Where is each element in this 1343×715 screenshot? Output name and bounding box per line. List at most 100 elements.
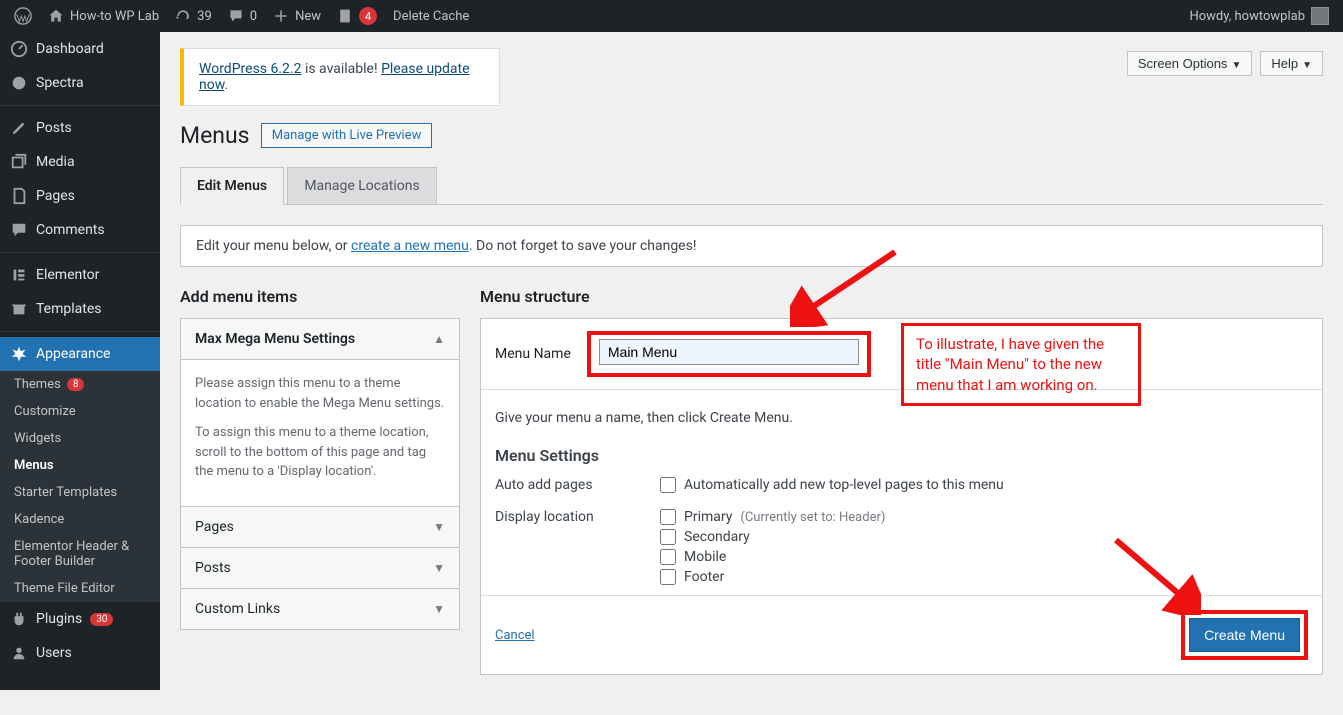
nav-elementor[interactable]: Elementor [0, 258, 160, 292]
notice-text: is available! [301, 61, 381, 77]
nav-label: Media [36, 154, 75, 170]
cancel-link[interactable]: Cancel [495, 628, 535, 643]
loc-label: Secondary [684, 529, 750, 545]
menu-structure-column: Menu structure Menu Name To illustrate, … [480, 287, 1323, 675]
nav-pages[interactable]: Pages [0, 179, 160, 213]
loc-label: Footer [684, 569, 724, 585]
updates-link[interactable]: 39 [167, 0, 220, 32]
create-new-menu-link[interactable]: create a new menu [351, 238, 469, 254]
infobar-text: . Do not forget to save your changes! [469, 238, 697, 254]
screen-meta: Screen Options▼ Help▼ [1127, 42, 1323, 85]
nav-label: Users [36, 645, 72, 661]
nav-dashboard[interactable]: Dashboard [0, 32, 160, 66]
plugins-badge: 30 [90, 613, 113, 626]
main-content: Screen Options▼ Help▼ WordPress 6.2.2 is… [160, 0, 1343, 715]
menu-name-label: Menu Name [495, 346, 571, 362]
howdy-link[interactable]: Howdy, howtowplab [1181, 0, 1337, 32]
sub-label: Themes [14, 377, 61, 392]
loc-secondary-checkbox[interactable] [660, 529, 676, 545]
updates-count: 39 [197, 9, 212, 24]
nav-spectra[interactable]: Spectra [0, 66, 160, 100]
page-title: Menus [180, 122, 250, 149]
nav-templates[interactable]: Templates [0, 292, 160, 326]
live-preview-button[interactable]: Manage with Live Preview [261, 123, 433, 148]
sub-themes[interactable]: Themes8 [0, 371, 160, 398]
menu-name-input[interactable] [599, 339, 859, 365]
nav-users[interactable]: Users [0, 636, 160, 670]
sub-label: Customize [14, 404, 76, 419]
annotation-highlight: Create Menu [1181, 610, 1308, 660]
nav-label: Comments [36, 222, 105, 238]
sub-kadence[interactable]: Kadence [0, 506, 160, 533]
forms-link[interactable]: 4 [329, 0, 385, 32]
nav-label: Elementor [36, 267, 99, 283]
nav-comments[interactable]: Comments [0, 213, 160, 247]
help-button[interactable]: Help▼ [1260, 51, 1323, 76]
nav-appearance[interactable]: Appearance [0, 337, 160, 371]
chevron-down-icon: ▼ [433, 602, 445, 616]
wp-version-link[interactable]: WordPress 6.2.2 [199, 61, 301, 77]
sub-elementor-hf[interactable]: Elementor Header & Footer Builder [0, 533, 160, 575]
sub-customize[interactable]: Customize [0, 398, 160, 425]
accordion: Max Mega Menu Settings ▲ Please assign th… [180, 318, 460, 630]
comments-link[interactable]: 0 [220, 0, 265, 32]
panel-footer: Cancel Create Menu [481, 595, 1322, 674]
sub-theme-file-editor[interactable]: Theme File Editor [0, 575, 160, 602]
nav-media[interactable]: Media [0, 145, 160, 179]
tab-edit-menus[interactable]: Edit Menus [180, 167, 284, 205]
auto-add-checkbox[interactable] [660, 477, 676, 493]
infobar-text: Edit your menu below, or [196, 238, 351, 254]
nav-tabs: Edit Menus Manage Locations [180, 167, 1323, 205]
create-menu-button[interactable]: Create Menu [1189, 618, 1300, 652]
forms-badge: 4 [359, 7, 377, 25]
update-notice: WordPress 6.2.2 is available! Please upd… [180, 48, 500, 106]
loc-mobile-checkbox[interactable] [660, 549, 676, 565]
nav-plugins[interactable]: Plugins30 [0, 602, 160, 636]
nav-label: Templates [36, 301, 102, 317]
acc-label: Pages [195, 519, 234, 535]
acc-label: Posts [195, 560, 231, 576]
auto-add-row: Auto add pages Automatically add new top… [481, 471, 1322, 503]
site-link[interactable]: How-to WP Lab [40, 0, 167, 32]
sub-label: Elementor Header & Footer Builder [14, 539, 150, 569]
sub-label: Theme File Editor [14, 581, 115, 596]
loc-mobile[interactable]: Mobile [660, 549, 1308, 565]
nav-label: Pages [36, 188, 75, 204]
sub-menus[interactable]: Menus [0, 452, 160, 479]
acc-label: Max Mega Menu Settings [195, 331, 355, 347]
sub-widgets[interactable]: Widgets [0, 425, 160, 452]
loc-footer-checkbox[interactable] [660, 569, 676, 585]
acc-mega-menu[interactable]: Max Mega Menu Settings ▲ [181, 319, 459, 360]
chevron-down-icon: ▼ [1302, 60, 1312, 71]
avatar-icon [1311, 7, 1329, 25]
acc-mega-body: Please assign this menu to a theme locat… [181, 360, 459, 507]
menu-info-bar: Edit your menu below, or create a new me… [180, 225, 1323, 267]
acc-label: Custom Links [195, 601, 280, 617]
loc-footer[interactable]: Footer [660, 569, 1308, 585]
acc-custom-links[interactable]: Custom Links ▼ [181, 589, 459, 629]
delete-cache-link[interactable]: Delete Cache [385, 0, 477, 32]
loc-hint: (Currently set to: Header) [740, 510, 885, 525]
wp-logo[interactable] [6, 0, 40, 32]
add-items-title: Add menu items [180, 287, 460, 306]
loc-primary-checkbox[interactable] [660, 509, 676, 525]
sub-label: Kadence [14, 512, 64, 527]
new-link[interactable]: New [265, 0, 329, 32]
new-label: New [295, 9, 321, 24]
chevron-up-icon: ▲ [433, 332, 445, 346]
auto-add-text: Automatically add new top-level pages to… [684, 477, 1004, 493]
menu-structure-title: Menu structure [480, 287, 1323, 306]
annotation-highlight [587, 331, 871, 377]
loc-primary[interactable]: Primary (Currently set to: Header) [660, 509, 1308, 525]
loc-label: Mobile [684, 549, 726, 565]
acc-pages[interactable]: Pages▼ [181, 507, 459, 548]
loc-secondary[interactable]: Secondary [660, 529, 1308, 545]
site-name: How-to WP Lab [70, 9, 159, 24]
loc-label: Primary [684, 509, 732, 525]
acc-posts[interactable]: Posts▼ [181, 548, 459, 589]
screen-options-button[interactable]: Screen Options▼ [1127, 51, 1253, 76]
tab-manage-locations[interactable]: Manage Locations [287, 167, 436, 204]
auto-add-checkbox-label[interactable]: Automatically add new top-level pages to… [660, 477, 1308, 493]
sub-starter-templates[interactable]: Starter Templates [0, 479, 160, 506]
nav-posts[interactable]: Posts [0, 111, 160, 145]
